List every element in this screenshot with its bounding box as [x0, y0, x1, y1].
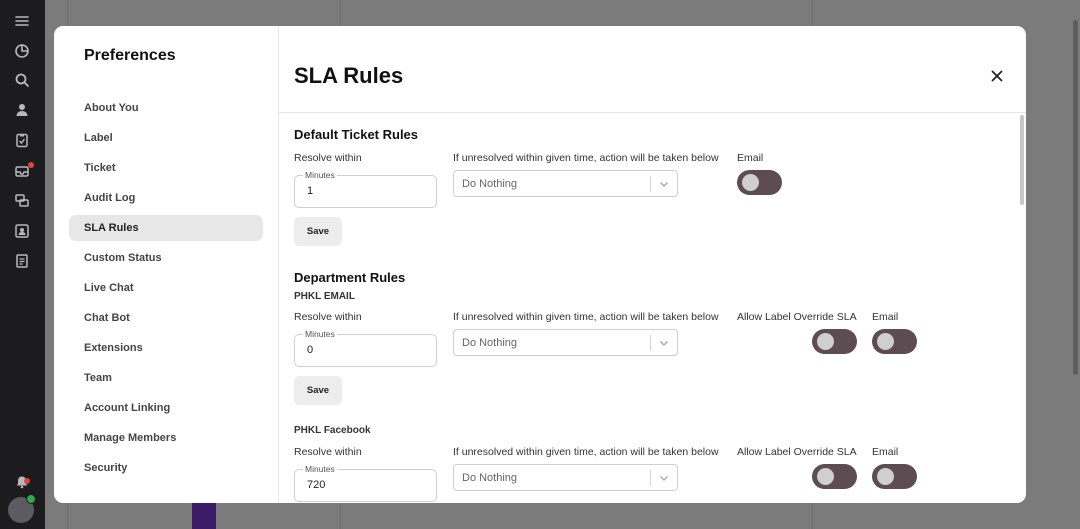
- toggle-knob: [877, 468, 894, 485]
- bell-alert-dot: [24, 478, 30, 484]
- select-separator: [650, 335, 651, 351]
- select-value: Do Nothing: [462, 472, 518, 484]
- default-action-select[interactable]: Do Nothing: [453, 170, 678, 197]
- chevron-down-icon: [657, 177, 671, 191]
- phkl-email-minutes-input[interactable]: [305, 343, 429, 357]
- department-rules-title: Department Rules: [294, 270, 406, 285]
- action-label: If unresolved within given time, action …: [453, 311, 719, 323]
- header-divider: [279, 112, 1026, 113]
- sidebar-item-team[interactable]: Team: [69, 365, 263, 391]
- toggle-knob: [742, 174, 759, 191]
- default-minutes-input[interactable]: [305, 184, 429, 198]
- sidebar-item-custom-status[interactable]: Custom Status: [69, 245, 263, 271]
- minutes-legend: Minutes: [303, 464, 337, 474]
- chevron-down-icon: [657, 471, 671, 485]
- sla-rules-panel: SLA Rules Default Ticket Rules Resolve w…: [279, 26, 1026, 503]
- toggle-knob: [817, 468, 834, 485]
- email-label: Email: [737, 152, 764, 164]
- background-accent: [192, 503, 216, 529]
- action-label: If unresolved within given time, action …: [453, 152, 719, 164]
- sidebar-item-about-you[interactable]: About You: [69, 95, 263, 121]
- preferences-sidebar: Preferences About You Label Ticket Audit…: [54, 26, 279, 503]
- clipboard-icon[interactable]: [13, 131, 31, 149]
- phkl-facebook-override-toggle[interactable]: [812, 464, 857, 489]
- override-label: Allow Label Override SLA: [737, 446, 857, 458]
- app-rail: [0, 0, 45, 529]
- email-label: Email: [872, 311, 899, 323]
- select-separator: [650, 470, 651, 486]
- toggle-knob: [877, 333, 894, 350]
- preferences-title: Preferences: [84, 47, 176, 64]
- contacts-icon[interactable]: [13, 222, 31, 240]
- background-scrollbar: [1073, 20, 1078, 375]
- resolve-within-label: Resolve within: [294, 152, 362, 164]
- phkl-facebook-email-toggle[interactable]: [872, 464, 917, 489]
- toggle-knob: [817, 333, 834, 350]
- default-minutes-field[interactable]: Minutes: [294, 170, 437, 208]
- sidebar-item-label[interactable]: Label: [69, 125, 263, 151]
- select-value: Do Nothing: [462, 337, 518, 349]
- sidebar-item-manage-members[interactable]: Manage Members: [69, 425, 263, 451]
- select-separator: [650, 176, 651, 192]
- default-ticket-rules-title: Default Ticket Rules: [294, 127, 419, 142]
- phkl-facebook-minutes-field[interactable]: Minutes: [294, 464, 437, 502]
- online-status-dot: [26, 494, 36, 504]
- department-name: PHKL Facebook: [294, 425, 371, 436]
- phkl-email-override-toggle[interactable]: [812, 329, 857, 354]
- minutes-legend: Minutes: [303, 329, 337, 339]
- analytics-icon[interactable]: [13, 42, 31, 60]
- sidebar-item-ticket[interactable]: Ticket: [69, 155, 263, 181]
- minutes-legend: Minutes: [303, 170, 337, 180]
- notification-dot: [28, 162, 34, 168]
- department-name: PHKL EMAIL: [294, 291, 355, 302]
- resolve-within-label: Resolve within: [294, 446, 362, 458]
- action-label: If unresolved within given time, action …: [453, 446, 719, 458]
- phkl-facebook-minutes-input[interactable]: [305, 478, 429, 492]
- phkl-email-email-toggle[interactable]: [872, 329, 917, 354]
- panel-scrollbar[interactable]: [1020, 115, 1024, 205]
- preferences-modal: Preferences About You Label Ticket Audit…: [54, 26, 1026, 503]
- sidebar-item-chat-bot[interactable]: Chat Bot: [69, 305, 263, 331]
- sidebar-item-live-chat[interactable]: Live Chat: [69, 275, 263, 301]
- chevron-down-icon: [657, 336, 671, 350]
- override-label: Allow Label Override SLA: [737, 311, 857, 323]
- user-icon[interactable]: [13, 101, 31, 119]
- select-value: Do Nothing: [462, 178, 518, 190]
- chat-icon[interactable]: [13, 192, 31, 210]
- phkl-email-save-button[interactable]: Save: [294, 376, 342, 405]
- phkl-email-action-select[interactable]: Do Nothing: [453, 329, 678, 356]
- search-icon[interactable]: [13, 71, 31, 89]
- default-save-button[interactable]: Save: [294, 217, 342, 246]
- sidebar-item-sla-rules[interactable]: SLA Rules: [69, 215, 263, 241]
- resolve-within-label: Resolve within: [294, 311, 362, 323]
- page-title: SLA Rules: [294, 63, 404, 88]
- close-icon[interactable]: [988, 67, 1006, 85]
- sidebar-item-extensions[interactable]: Extensions: [69, 335, 263, 361]
- sidebar-item-audit-log[interactable]: Audit Log: [69, 185, 263, 211]
- sidebar-item-security[interactable]: Security: [69, 455, 263, 481]
- email-label: Email: [872, 446, 899, 458]
- reports-icon[interactable]: [13, 252, 31, 270]
- sidebar-item-account-linking[interactable]: Account Linking: [69, 395, 263, 421]
- default-email-toggle[interactable]: [737, 170, 782, 195]
- phkl-facebook-action-select[interactable]: Do Nothing: [453, 464, 678, 491]
- phkl-email-minutes-field[interactable]: Minutes: [294, 329, 437, 367]
- menu-icon[interactable]: [13, 12, 31, 30]
